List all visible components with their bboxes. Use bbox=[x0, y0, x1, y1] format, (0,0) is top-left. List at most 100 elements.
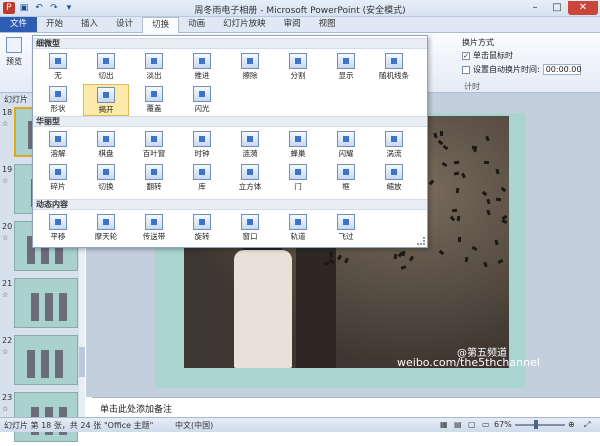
on-click-option[interactable]: ✓ 单击鼠标时 bbox=[462, 50, 513, 61]
transition-label: 飞过 bbox=[338, 232, 354, 241]
transition-option[interactable]: 摩天轮 bbox=[83, 212, 129, 244]
transition-option[interactable]: 形状 bbox=[35, 84, 81, 116]
transition-option[interactable]: 涡流 bbox=[371, 129, 417, 161]
transition-option[interactable]: 门 bbox=[275, 162, 321, 194]
auto-advance-checkbox[interactable] bbox=[462, 65, 470, 74]
transition-icon bbox=[241, 53, 259, 69]
transition-option[interactable]: 闪光 bbox=[179, 84, 225, 116]
transition-option[interactable]: 翻转 bbox=[131, 162, 177, 194]
transition-option[interactable]: 棋盘 bbox=[83, 129, 129, 161]
transition-option[interactable]: 碎片 bbox=[35, 162, 81, 194]
thumbnail-figure bbox=[41, 350, 49, 378]
tab-8[interactable]: 视图 bbox=[310, 17, 345, 32]
transition-option[interactable]: 飞过 bbox=[323, 212, 369, 244]
transition-option[interactable]: 缩放 bbox=[371, 162, 417, 194]
transition-icon bbox=[337, 53, 355, 69]
transition-option[interactable]: 旋转 bbox=[179, 212, 225, 244]
leaf-decoration bbox=[501, 218, 508, 224]
tab-4[interactable]: 切换 bbox=[142, 17, 180, 33]
zoom-in-icon[interactable]: ⊕ bbox=[568, 420, 575, 429]
tab-0[interactable]: 文件 bbox=[0, 17, 38, 32]
transition-icon bbox=[241, 214, 259, 230]
preview-button[interactable]: 预览 bbox=[3, 37, 25, 67]
preview-icon bbox=[6, 37, 22, 53]
timing-group-label: 计时 bbox=[464, 82, 480, 91]
transition-label: 门 bbox=[294, 182, 302, 191]
switch-mode-label: 换片方式 bbox=[462, 38, 494, 47]
tab-1[interactable]: 开始 bbox=[37, 17, 72, 32]
gallery-section-header: 细微型 bbox=[33, 38, 427, 49]
theme-name[interactable]: "Office 主题" bbox=[104, 420, 153, 431]
transition-option[interactable]: 显示 bbox=[323, 51, 369, 83]
on-click-checkbox[interactable]: ✓ bbox=[462, 51, 470, 60]
status-bar: 幻灯片 第 18 张，共 24 张 "Office 主题" 中文(中国) ▦ ▤… bbox=[0, 417, 600, 432]
transition-option[interactable]: 传送带 bbox=[131, 212, 177, 244]
thumbnail-figure bbox=[59, 293, 67, 321]
leaf-decoration bbox=[464, 257, 468, 263]
transition-icon bbox=[193, 86, 211, 102]
notes-pane[interactable]: 单击此处添加备注 bbox=[92, 397, 600, 417]
resize-grip[interactable] bbox=[417, 237, 425, 245]
slide-thumbnail[interactable]: 22 ☆ bbox=[0, 335, 80, 389]
transition-option[interactable]: 蜂巢 bbox=[275, 129, 321, 161]
transition-icon bbox=[145, 131, 163, 147]
timing-group: 换片方式 ✓ 单击鼠标时 设置自动换片时间: 00:00.00 计时 bbox=[428, 33, 600, 93]
transition-option[interactable]: 平移 bbox=[35, 212, 81, 244]
leaf-decoration bbox=[408, 255, 414, 262]
fit-window-icon[interactable]: ⤢ bbox=[584, 420, 590, 430]
transition-icon bbox=[337, 131, 355, 147]
view-sorter-icon[interactable]: ▤ bbox=[454, 420, 462, 429]
transition-option[interactable]: 百叶窗 bbox=[131, 129, 177, 161]
close-icon[interactable]: ✕ bbox=[568, 1, 598, 15]
view-reading-icon[interactable]: ▢ bbox=[468, 420, 476, 429]
leaf-decoration bbox=[393, 253, 398, 260]
slide-thumbnail[interactable]: 21 ☆ bbox=[0, 278, 80, 332]
transition-icon bbox=[145, 53, 163, 69]
transition-label: 切换 bbox=[98, 182, 114, 191]
transition-option[interactable]: 窗口 bbox=[227, 212, 273, 244]
transition-label: 百叶窗 bbox=[142, 149, 166, 158]
transition-option[interactable]: 擦除 bbox=[227, 51, 273, 83]
transition-option[interactable]: 无 bbox=[35, 51, 81, 83]
transition-option[interactable]: 覆盖 bbox=[131, 84, 177, 116]
zoom-level[interactable]: 67% bbox=[494, 420, 512, 429]
language-indicator[interactable]: 中文(中国) bbox=[175, 420, 213, 431]
transition-option[interactable]: 分割 bbox=[275, 51, 321, 83]
transition-option[interactable]: 揭开 bbox=[83, 84, 129, 116]
transition-option[interactable]: 溶解 bbox=[35, 129, 81, 161]
transition-option[interactable]: 推进 bbox=[179, 51, 225, 83]
transition-option[interactable]: 库 bbox=[179, 162, 225, 194]
tab-2[interactable]: 插入 bbox=[72, 17, 107, 32]
zoom-slider[interactable] bbox=[515, 424, 565, 426]
transition-option[interactable]: 切换 bbox=[83, 162, 129, 194]
auto-advance-option[interactable]: 设置自动换片时间: 00:00.00 bbox=[462, 64, 581, 75]
transition-option[interactable]: 涟漪 bbox=[227, 129, 273, 161]
transition-label: 闪耀 bbox=[338, 149, 354, 158]
transition-option[interactable]: 轨道 bbox=[275, 212, 321, 244]
view-normal-icon[interactable]: ▦ bbox=[440, 420, 448, 429]
tab-7[interactable]: 审阅 bbox=[275, 17, 310, 32]
transition-option[interactable]: 立方体 bbox=[227, 162, 273, 194]
maximize-icon[interactable]: □ bbox=[546, 1, 568, 15]
minimize-icon[interactable]: – bbox=[524, 1, 546, 15]
leaf-decoration bbox=[449, 215, 456, 222]
gallery-section-header: 动态内容 bbox=[33, 199, 427, 210]
transition-option[interactable]: 随机线条 bbox=[371, 51, 417, 83]
tab-6[interactable]: 幻灯片放映 bbox=[214, 17, 275, 32]
advance-time-input[interactable]: 00:00.00 bbox=[542, 64, 581, 75]
leaf-decoration bbox=[344, 257, 350, 264]
scrollbar-thumb[interactable] bbox=[79, 347, 85, 377]
view-slideshow-icon[interactable]: ▭ bbox=[482, 420, 490, 429]
transition-label: 蜂巢 bbox=[290, 149, 306, 158]
transition-option[interactable]: 切出 bbox=[83, 51, 129, 83]
transition-icon bbox=[49, 86, 67, 102]
zoom-slider-thumb[interactable] bbox=[534, 420, 538, 429]
transition-option[interactable]: 时钟 bbox=[179, 129, 225, 161]
tab-5[interactable]: 动画 bbox=[179, 17, 214, 32]
transition-option[interactable]: 框 bbox=[323, 162, 369, 194]
transition-icon bbox=[385, 164, 403, 180]
transition-option[interactable]: 闪耀 bbox=[323, 129, 369, 161]
transition-icon bbox=[289, 164, 307, 180]
transition-option[interactable]: 淡出 bbox=[131, 51, 177, 83]
tab-3[interactable]: 设计 bbox=[107, 17, 142, 32]
